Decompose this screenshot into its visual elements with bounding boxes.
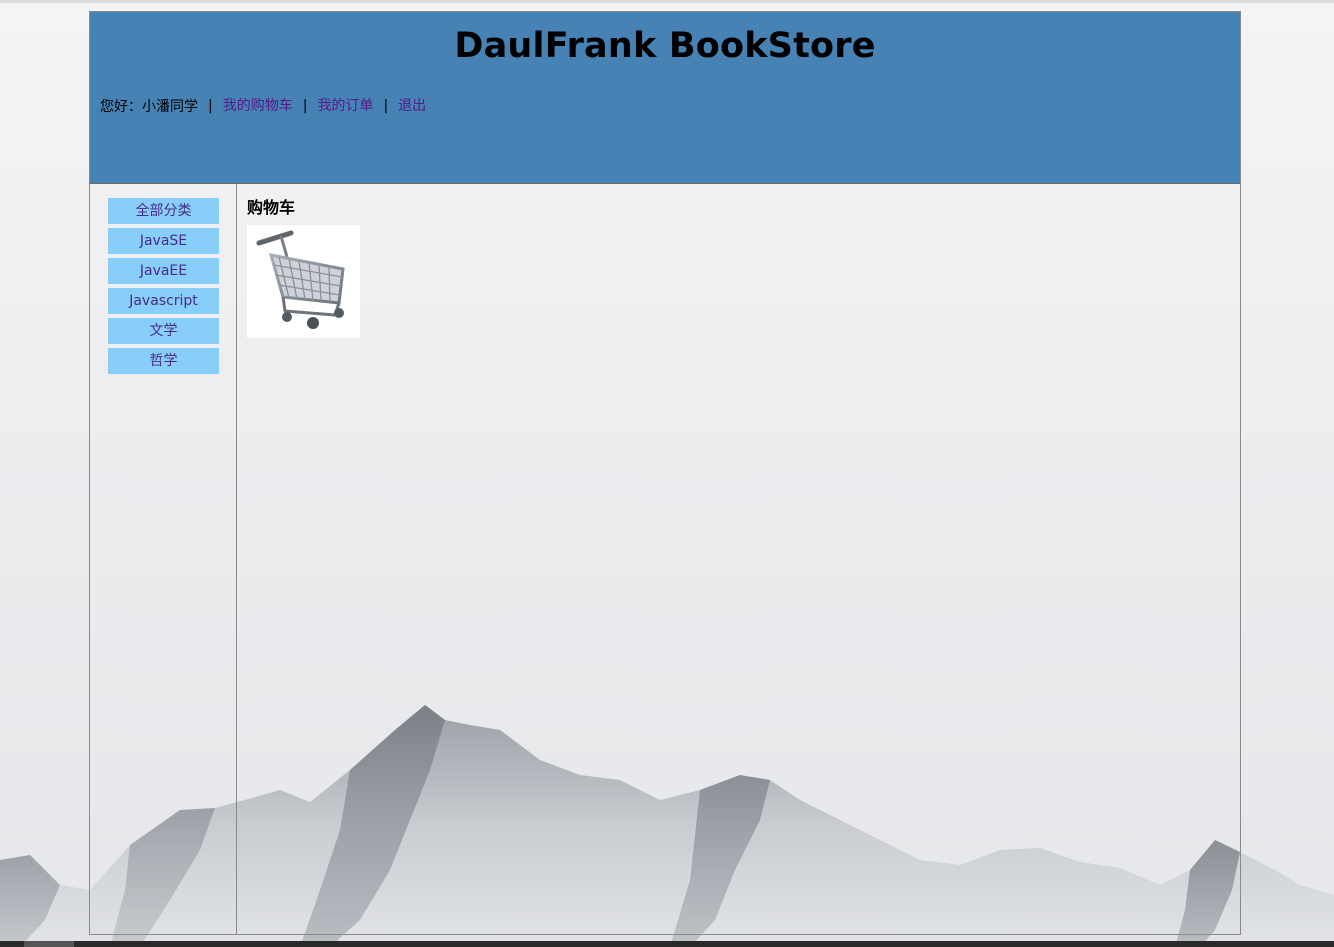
my-cart-link[interactable]: 我的购物车 [223, 98, 293, 114]
site-title: DaulFrank BookStore [454, 26, 876, 66]
logout-link[interactable]: 退出 [398, 98, 426, 114]
category-javase[interactable]: JavaSE [108, 228, 219, 254]
scrollbar-thumb[interactable] [24, 941, 74, 947]
horizontal-scrollbar[interactable] [0, 941, 1334, 947]
browser-top-line [0, 0, 1334, 3]
nav-separator: | [302, 98, 308, 114]
main-content: 购物车 [237, 184, 1240, 934]
nav-separator: | [383, 98, 389, 114]
category-sidebar: 全部分类 JavaSE JavaEE Javascript 文学 哲学 [90, 184, 237, 934]
my-orders-link[interactable]: 我的订单 [317, 98, 373, 114]
category-javaee[interactable]: JavaEE [108, 258, 219, 284]
page-container: DaulFrank BookStore 您好：小潘同学 | 我的购物车 | 我的订单 | 退… [89, 11, 1241, 935]
category-all[interactable]: 全部分类 [108, 198, 219, 224]
greeting-text: 您好：小潘同学 [100, 99, 198, 115]
nav-separator: | [208, 98, 213, 114]
site-header: DaulFrank BookStore 您好：小潘同学 | 我的购物车 | 我的订单 | 退… [90, 12, 1240, 184]
category-philosophy[interactable]: 哲学 [108, 348, 219, 374]
shopping-cart-icon [247, 225, 360, 338]
cart-heading: 购物车 [247, 198, 296, 217]
top-nav: 您好：小潘同学 | 我的购物车 | 我的订单 | 退出 [100, 95, 426, 116]
category-literature[interactable]: 文学 [108, 318, 219, 344]
category-javascript[interactable]: Javascript [108, 288, 219, 314]
